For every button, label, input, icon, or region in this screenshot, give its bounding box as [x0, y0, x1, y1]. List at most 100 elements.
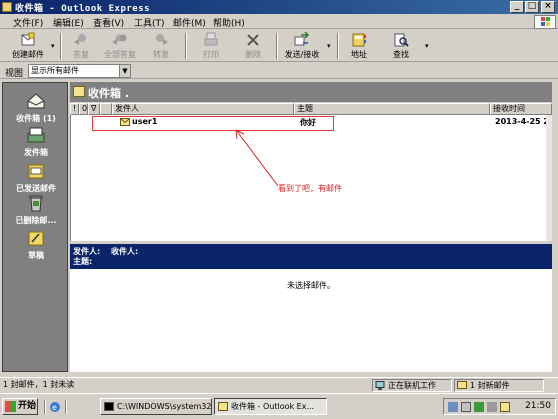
reply-all-button[interactable]: 全部答复 — [102, 32, 138, 61]
menu-bar: 文件(F) 编辑(E) 查看(V) 工具(T) 邮件(M) 帮助(H) — [0, 14, 558, 29]
delete-icon — [247, 34, 259, 46]
outlook-bar-item-deleted[interactable]: 已删除邮... — [3, 193, 69, 226]
toolbar-separator — [185, 33, 187, 59]
reply-icon — [74, 34, 86, 45]
new-mail-tray-icon[interactable] — [500, 402, 510, 412]
column-received[interactable]: 接收时间 — [490, 103, 552, 115]
find-dropdown-icon[interactable]: ▾ — [425, 42, 429, 50]
deleted-items-icon — [29, 195, 43, 212]
window-title: 收件箱 - Outlook Express — [15, 4, 151, 14]
volume-icon[interactable] — [487, 402, 497, 412]
taskbar: 开始 e C:\WINDOWS\system32... 收件箱 - Outloo… — [0, 393, 558, 419]
status-bar: 1 封邮件，1 封未读 正在联机工作 1 封新邮件 — [0, 377, 558, 392]
create-mail-dropdown-icon[interactable]: ▾ — [51, 42, 55, 50]
outlook-bar-item-inbox[interactable]: 收件箱 (1) — [3, 91, 69, 124]
outlook-bar-item-sent[interactable]: 已发送邮件 — [3, 161, 69, 194]
print-button[interactable]: 打印 — [196, 32, 226, 61]
message-list[interactable]: user1 你好 2013-4-25 2 — [70, 115, 552, 241]
send-receive-icon — [294, 32, 310, 46]
command-prompt-icon — [104, 402, 114, 411]
taskbar-separator — [44, 400, 46, 414]
chevron-down-icon[interactable]: ▼ — [119, 65, 130, 77]
menu-help[interactable]: 帮助(H) — [213, 16, 245, 29]
view-select-value: 显示所有邮件 — [31, 66, 79, 75]
preview-pane[interactable]: 未选择邮件。 — [70, 269, 552, 372]
mail-icon — [457, 381, 467, 389]
outbox-icon — [27, 127, 45, 143]
create-mail-button[interactable]: 创建邮件 — [8, 32, 48, 61]
view-bar: 视图 显示所有邮件 ▼ — [0, 63, 558, 79]
toolbar: 创建邮件 ▾ 答复 全部答复 转发 打印 删除 发送/接收 ▾ 地址 查找 ▾ — [0, 30, 558, 62]
view-label: 视图 — [5, 69, 24, 79]
preview-to-label: 收件人: — [111, 247, 139, 256]
windows-logo-icon — [5, 401, 16, 412]
drafts-icon — [28, 231, 44, 246]
windows-logo-icon — [534, 15, 556, 29]
message-list-scrollbar[interactable] — [546, 115, 552, 241]
taskbar-separator — [65, 400, 67, 414]
column-subject[interactable]: 主题 — [294, 103, 490, 115]
send-receive-dropdown-icon[interactable]: ▾ — [327, 42, 331, 50]
inbox-icon — [73, 86, 85, 97]
toolbar-separator — [276, 33, 278, 59]
menu-message[interactable]: 邮件(M) — [173, 16, 206, 29]
reply-all-icon — [112, 34, 127, 45]
outlook-bar-item-drafts[interactable]: 草稿 — [3, 228, 69, 261]
address-book-icon — [352, 33, 366, 47]
toolbar-separator — [60, 33, 62, 59]
toolbar-separator — [337, 33, 339, 59]
annotation-highlight-box — [92, 116, 334, 131]
menu-view[interactable]: 查看(V) — [93, 16, 124, 29]
outlook-bar: 收件箱 (1) 发件箱 已发送邮件 已删除邮... 草稿 — [2, 82, 68, 372]
column-read-status[interactable] — [100, 103, 112, 115]
status-message-count: 1 封邮件，1 封未读 — [3, 380, 75, 389]
close-button[interactable]: × — [541, 1, 555, 13]
find-icon — [394, 33, 409, 47]
column-attachment[interactable]: 0 — [79, 103, 88, 115]
menu-edit[interactable]: 编辑(E) — [53, 16, 84, 29]
status-new-mail: 1 封新邮件 — [454, 379, 544, 392]
security-icon[interactable] — [474, 402, 484, 412]
svg-text:e: e — [52, 403, 57, 412]
column-from[interactable]: 发件人 — [112, 103, 294, 115]
preview-empty-message: 未选择邮件。 — [287, 281, 335, 290]
folder-title-bar: 收件箱 . — [70, 82, 552, 102]
input-method-icon[interactable] — [461, 402, 471, 412]
network-icon[interactable] — [448, 402, 458, 412]
find-button[interactable]: 查找 — [386, 32, 416, 61]
menu-tools[interactable]: 工具(T) — [134, 16, 165, 29]
computer-icon — [375, 381, 385, 390]
maximize-button[interactable]: □ — [525, 1, 539, 13]
inbox-icon — [27, 93, 45, 109]
preview-header: 发件人: 收件人: 主题: — [70, 244, 552, 269]
outlook-app-icon[interactable] — [2, 2, 12, 12]
menu-file[interactable]: 文件(F) — [13, 16, 43, 29]
column-header: ! 0 ∇ 发件人 主题 接收时间 — [70, 103, 552, 115]
folder-title: 收件箱 . — [88, 87, 130, 100]
address-book-button[interactable]: 地址 — [344, 32, 374, 61]
outlook-bar-item-outbox[interactable]: 发件箱 — [3, 125, 69, 158]
send-receive-button[interactable]: 发送/接收 — [281, 32, 323, 61]
new-mail-icon — [21, 32, 35, 46]
system-tray: 21:50 — [443, 398, 556, 415]
print-icon — [204, 32, 218, 46]
ie-quicklaunch-icon[interactable]: e — [49, 401, 61, 413]
sent-items-icon — [28, 164, 44, 179]
title-bar[interactable]: 收件箱 - Outlook Express _ □ × — [0, 0, 558, 14]
preview-from-label: 发件人: — [73, 247, 101, 256]
annotation-arrow-icon — [235, 129, 279, 187]
column-flag[interactable]: ∇ — [88, 103, 100, 115]
taskbar-item-cmd[interactable]: C:\WINDOWS\system32... — [100, 398, 212, 415]
forward-button[interactable]: 转发 — [146, 32, 176, 61]
forward-icon — [156, 34, 168, 45]
taskbar-item-outlook[interactable]: 收件箱 - Outlook Ex... — [214, 398, 327, 415]
minimize-button[interactable]: _ — [510, 1, 524, 13]
clock[interactable]: 21:50 — [525, 401, 551, 411]
annotation-text: 看到了吧，有邮件 — [278, 184, 342, 193]
reply-button[interactable]: 答复 — [66, 32, 96, 61]
start-button[interactable]: 开始 — [2, 398, 38, 415]
delete-button[interactable]: 删除 — [238, 32, 268, 61]
column-priority[interactable]: ! — [70, 103, 79, 115]
view-select[interactable]: 显示所有邮件 ▼ — [28, 64, 131, 78]
preview-subject-label: 主题: — [73, 257, 93, 266]
